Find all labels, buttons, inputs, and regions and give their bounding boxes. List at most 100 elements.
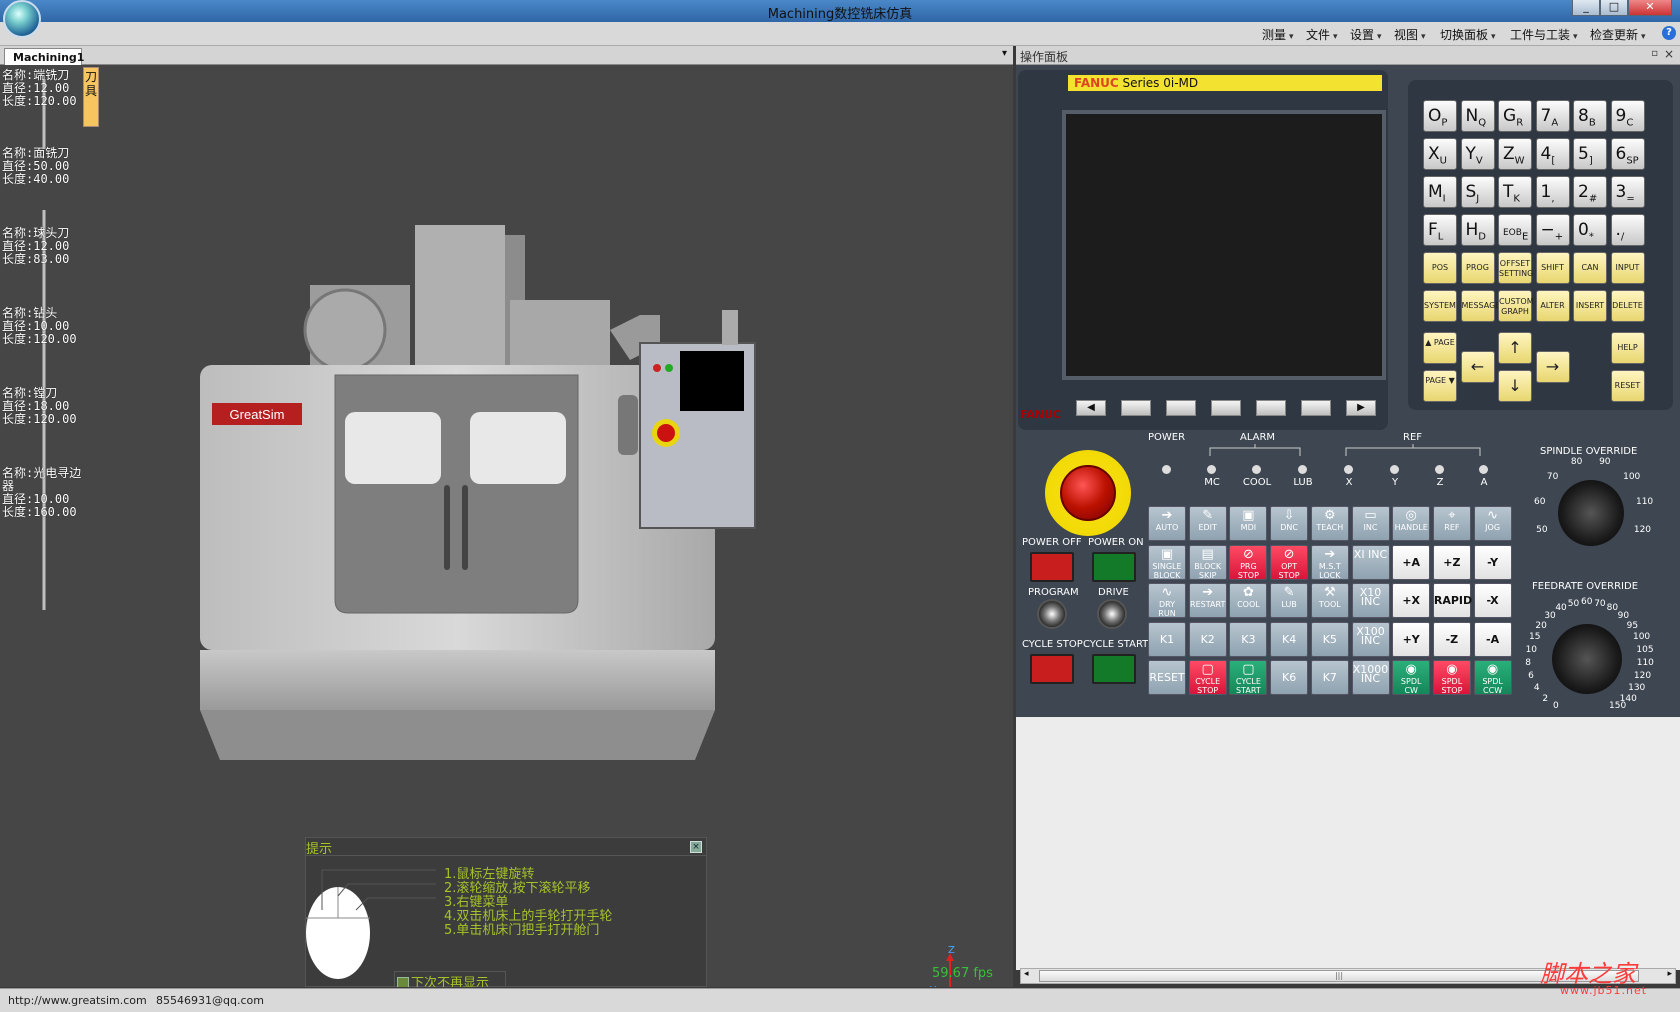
page-up-key[interactable]: ▲ PAGE xyxy=(1423,332,1457,364)
mode-button[interactable]: -Y xyxy=(1473,544,1512,580)
tool-item[interactable]: 名称:光电寻边器 直径:10.00 长度:160.00 xyxy=(2,467,82,519)
menu-view[interactable]: 视图 ▾ xyxy=(1394,26,1426,43)
mode-button[interactable]: -A xyxy=(1473,621,1512,657)
mdi-key[interactable]: 8B xyxy=(1573,100,1607,132)
mode-button[interactable]: +Y xyxy=(1392,621,1431,657)
drive-key-switch[interactable] xyxy=(1097,599,1127,629)
softkey[interactable] xyxy=(1256,400,1286,416)
spindle-override-dial[interactable] xyxy=(1558,480,1624,546)
mode-button[interactable]: X10 INC xyxy=(1351,583,1390,618)
mode-button[interactable]: ➔ M.S.T LOCK xyxy=(1310,544,1349,580)
mdi-key[interactable]: 4[ xyxy=(1535,138,1570,170)
tool-item[interactable]: 名称:钻头 直径:10.00 长度:120.00 xyxy=(2,307,77,346)
mdi-function-key[interactable]: DELETE xyxy=(1610,290,1645,322)
tool-item[interactable]: 名称:镗刀 直径:18.00 长度:120.00 xyxy=(2,387,77,426)
minimize-button[interactable]: _ xyxy=(1572,0,1600,16)
cursor-up-key[interactable]: ↑ xyxy=(1498,332,1532,364)
menu-settings[interactable]: 设置 ▾ xyxy=(1350,26,1382,43)
mdi-key[interactable]: 5] xyxy=(1573,138,1607,170)
mode-button[interactable]: RAPID xyxy=(1432,583,1472,618)
mdi-key[interactable]: ZW xyxy=(1498,138,1532,170)
app-logo-icon[interactable] xyxy=(3,0,41,38)
mode-button[interactable]: X100 INC xyxy=(1351,621,1390,657)
machine-door[interactable] xyxy=(334,374,579,614)
mdi-key[interactable]: FL xyxy=(1423,214,1457,246)
softkey-prev[interactable]: ◀ xyxy=(1076,400,1106,416)
mdi-key[interactable]: 2# xyxy=(1573,176,1607,208)
tab-machining1[interactable]: Machining1 xyxy=(4,48,84,65)
emergency-stop-button[interactable] xyxy=(1060,465,1116,521)
mode-button[interactable]: ➔ AUTO xyxy=(1148,506,1186,541)
mode-button[interactable]: ➔ RESTART xyxy=(1188,583,1227,618)
mode-button[interactable]: ✎ EDIT xyxy=(1188,506,1227,541)
cursor-left-key[interactable]: ← xyxy=(1460,351,1495,383)
mode-button[interactable]: ⚙ TEACH xyxy=(1310,506,1349,541)
mode-button[interactable]: ✎ LUB xyxy=(1270,583,1309,618)
menu-workpiece-fixture[interactable]: 工件与工装 ▾ xyxy=(1510,26,1578,43)
mdi-key[interactable]: 6SP xyxy=(1610,138,1645,170)
scroll-right-icon[interactable]: ▸ xyxy=(1667,969,1672,979)
door-handle-right[interactable] xyxy=(462,485,468,570)
pendant-estop-button[interactable] xyxy=(657,424,675,442)
tab-dropdown-icon[interactable]: ▾ xyxy=(1002,48,1007,59)
mode-button[interactable]: XI INC xyxy=(1351,544,1390,580)
menu-switch-panel[interactable]: 切换面板 ▾ xyxy=(1440,26,1496,43)
mdi-key[interactable]: SJ xyxy=(1460,176,1495,208)
cnc-screen[interactable] xyxy=(1062,110,1386,380)
mode-button[interactable]: ⊘ PRG STOP xyxy=(1229,544,1268,580)
reset-key[interactable]: RESET xyxy=(1610,370,1645,402)
mode-button[interactable]: K7 xyxy=(1310,660,1349,695)
mdi-function-key[interactable]: INSERT xyxy=(1573,290,1607,322)
mode-button[interactable]: ⌖ REF xyxy=(1432,506,1471,541)
mdi-key[interactable]: 1, xyxy=(1535,176,1570,208)
help-icon[interactable]: ? xyxy=(1662,26,1676,40)
cnc-machine-model[interactable]: GreatSim xyxy=(200,165,820,815)
cursor-right-key[interactable]: → xyxy=(1535,351,1570,383)
mdi-key[interactable]: YV xyxy=(1460,138,1495,170)
mdi-function-key[interactable]: SYSTEM xyxy=(1423,290,1457,322)
3d-viewport[interactable]: 名称:端铣刀 直径:12.00 长度:120.00 名称:面铣刀 直径:50.00 长度… xyxy=(0,65,1013,987)
mdi-key[interactable]: 7A xyxy=(1535,100,1570,132)
mode-button[interactable]: ✿ COOL xyxy=(1229,583,1268,618)
mode-button[interactable]: -X xyxy=(1473,583,1512,618)
mdi-key[interactable]: HD xyxy=(1460,214,1495,246)
menu-measure[interactable]: 测量 ▾ xyxy=(1262,26,1294,43)
mode-button[interactable]: ◉ SPDL CCW xyxy=(1473,660,1512,695)
pin-icon[interactable]: ▫ xyxy=(1651,48,1658,59)
mode-button[interactable]: +X xyxy=(1392,583,1431,618)
tool-item[interactable]: 名称:端铣刀 直径:12.00 长度:120.00 xyxy=(2,69,77,108)
mode-button[interactable]: ◉ SPDL STOP xyxy=(1432,660,1471,695)
softkey[interactable] xyxy=(1211,400,1241,416)
mdi-function-key[interactable]: POS xyxy=(1423,252,1457,284)
mode-button[interactable]: ▢ CYCLE STOP xyxy=(1188,660,1227,695)
mode-button[interactable]: K5 xyxy=(1310,621,1349,657)
mode-button[interactable]: ⊘ OPT STOP xyxy=(1270,544,1309,580)
mode-button[interactable]: +A xyxy=(1392,544,1431,580)
mode-button[interactable]: +Z xyxy=(1432,544,1471,580)
mdi-function-key[interactable]: PROG xyxy=(1460,252,1495,284)
softkey[interactable] xyxy=(1166,400,1196,416)
mdi-key[interactable]: MI xyxy=(1423,176,1457,208)
mdi-function-key[interactable]: OFFSET SETTING xyxy=(1498,252,1533,284)
handwheel[interactable] xyxy=(618,395,638,455)
power-on-button[interactable] xyxy=(1092,552,1136,582)
mdi-key[interactable]: GR xyxy=(1498,100,1532,132)
mdi-key[interactable]: EOBE xyxy=(1498,214,1532,246)
dont-show-again-checkbox[interactable]: 下次不再显示 xyxy=(394,971,507,987)
mode-button[interactable]: ▣ SINGLE BLOCK xyxy=(1148,544,1186,580)
mode-button[interactable]: K6 xyxy=(1270,660,1309,695)
mode-button[interactable]: ◎ HANDLE xyxy=(1392,506,1431,541)
menu-file[interactable]: 文件 ▾ xyxy=(1306,26,1338,43)
mdi-key[interactable]: NQ xyxy=(1460,100,1495,132)
mdi-function-key[interactable]: INPUT xyxy=(1610,252,1645,284)
mode-button[interactable]: ▭ INC xyxy=(1351,506,1390,541)
mdi-key[interactable]: −+ xyxy=(1535,214,1570,246)
mode-button[interactable]: ▣ MDI xyxy=(1229,506,1268,541)
mdi-key[interactable]: XU xyxy=(1423,138,1457,170)
mode-button[interactable]: -Z xyxy=(1432,621,1471,657)
mode-button[interactable]: RESET xyxy=(1148,660,1186,695)
checkbox-icon[interactable] xyxy=(397,977,409,987)
mode-button[interactable]: ◉ SPDL CW xyxy=(1392,660,1431,695)
mode-button[interactable]: K3 xyxy=(1229,621,1268,657)
maximize-button[interactable]: □ xyxy=(1600,0,1628,16)
